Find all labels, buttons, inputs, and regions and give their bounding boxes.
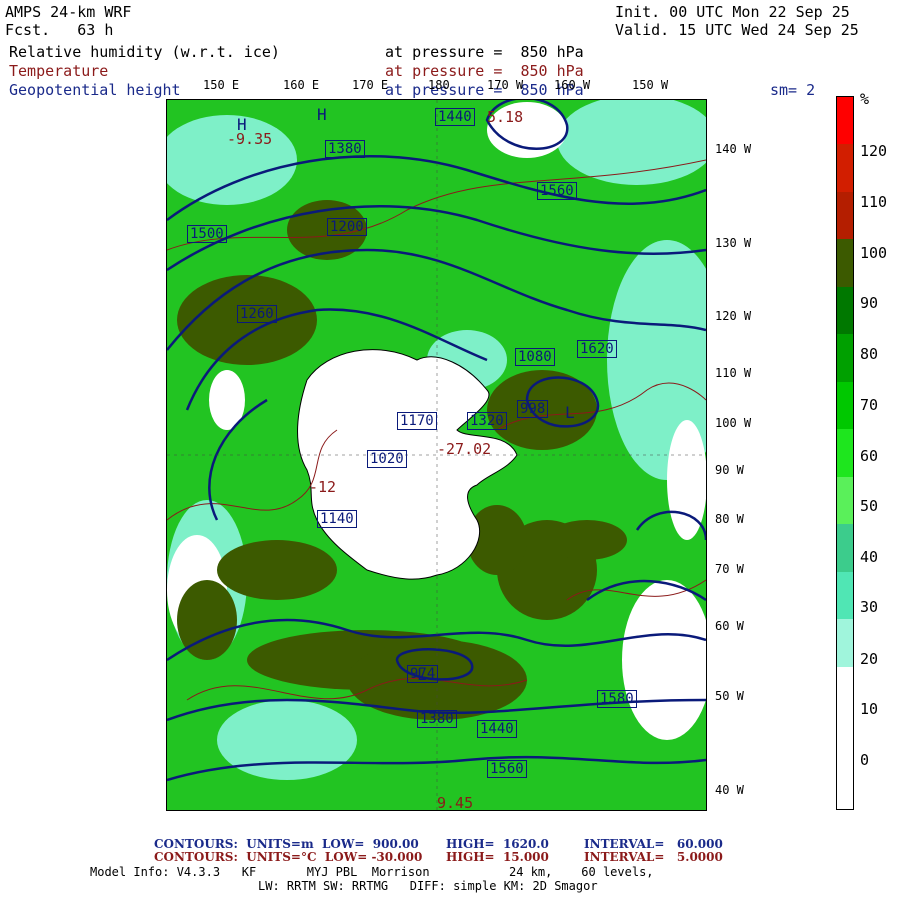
field2-name: Temperature (9, 62, 109, 80)
lon-label: 170 E (352, 78, 389, 92)
height-contour-label: 1080 (515, 348, 555, 366)
smoothing-label: sm= 2 (770, 81, 816, 99)
temperature-label: -12 (309, 478, 337, 496)
physics-info: LW: RRTM SW: RRTMG DIFF: simple KM: 2D S… (258, 879, 598, 893)
colorbar-segment (837, 619, 853, 668)
model-title: AMPS 24-km WRF (5, 3, 132, 21)
height-contour-label: 1380 (325, 140, 365, 158)
height-contour-label: 1580 (597, 690, 637, 708)
contours-temp-info: CONTOURS: UNITS=°C LOW= -30.000 (154, 850, 423, 864)
height-contour-label: 974 (407, 665, 439, 683)
height-contour-label: 1620 (577, 340, 617, 358)
contours-temp-interval: INTERVAL= 5.0000 (584, 850, 723, 864)
colorbar-label: 60 (860, 447, 879, 465)
colorbar-segment (837, 334, 853, 383)
forecast-hour: Fcst. 63 h (5, 21, 114, 39)
lon-label: 180 (428, 78, 450, 92)
lon-label: 160 W (554, 78, 591, 92)
map-panel[interactable]: H H L L 1440 1380 1500 1200 1560 1620 1320 1020… (166, 99, 707, 811)
lon-label: 150 E (203, 78, 240, 92)
lat-label: 110 W (715, 366, 752, 380)
height-contour-label: 1200 (327, 218, 367, 236)
colorbar (836, 96, 854, 810)
colorbar-segment (837, 191, 853, 240)
height-contour-label: 1560 (487, 760, 527, 778)
colorbar-segment (837, 666, 853, 715)
colorbar-label: 0 (860, 751, 870, 769)
colorbar-segment (837, 571, 853, 620)
height-contour-label: 1500 (187, 225, 227, 243)
colorbar-segment (837, 381, 853, 430)
colorbar-segment (837, 714, 853, 763)
lat-label: 130 W (715, 236, 752, 250)
colorbar-unit: % (860, 90, 870, 108)
high-pressure-marker: H (317, 105, 327, 124)
height-contour-label: 1380 (417, 710, 457, 728)
temperature-label: -27.02 (437, 440, 492, 458)
temperature-label: 9.45 (437, 794, 474, 811)
colorbar-label: 40 (860, 548, 879, 566)
height-contour-label: 998 (517, 400, 549, 418)
lon-label: 150 W (632, 78, 669, 92)
colorbar-label: 80 (860, 345, 879, 363)
colorbar-segment (837, 97, 853, 145)
colorbar-segment (837, 286, 853, 335)
colorbar-label: 20 (860, 650, 879, 668)
lon-label: 160 E (283, 78, 320, 92)
height-contour-label: 1020 (367, 450, 407, 468)
colorbar-segment (837, 429, 853, 478)
height-contour-label: 1440 (477, 720, 517, 738)
colorbar-segment (837, 476, 853, 525)
lat-label: 90 W (715, 463, 744, 477)
height-contour-label: 1260 (237, 305, 277, 323)
height-contour-label: 1170 (397, 412, 437, 430)
height-contour-label: 1320 (467, 412, 507, 430)
colorbar-label: 30 (860, 598, 879, 616)
lat-label: 40 W (715, 783, 744, 797)
field2-level: at pressure = 850 hPa (385, 62, 584, 80)
temperature-label: -9.35 (227, 130, 273, 148)
height-contour-label: 1140 (317, 510, 357, 528)
low-pressure-marker: L (565, 403, 575, 422)
colorbar-label: 50 (860, 497, 879, 515)
lat-label: 100 W (715, 416, 752, 430)
lat-label: 120 W (715, 309, 752, 323)
lat-label: 140 W (715, 142, 752, 156)
colorbar-segment (837, 761, 853, 810)
contours-temp-high: HIGH= 15.000 (446, 850, 549, 864)
temperature-label: 5.18 (487, 108, 524, 126)
valid-time: Valid. 15 UTC Wed 24 Sep 25 (615, 21, 859, 39)
colorbar-segment (837, 144, 853, 193)
lon-label: 170 W (487, 78, 524, 92)
model-info: Model Info: V4.3.3 KF MYJ PBL Morrison 2… (90, 865, 654, 879)
init-time: Init. 00 UTC Mon 22 Sep 25 (615, 3, 850, 21)
colorbar-label: 90 (860, 294, 879, 312)
colorbar-segment (837, 239, 853, 288)
colorbar-label: 70 (860, 396, 879, 414)
colorbar-label: 100 (860, 244, 888, 262)
height-contour-label: 1440 (435, 108, 475, 126)
field1-name: Relative humidity (w.r.t. ice) (9, 43, 280, 61)
lat-label: 70 W (715, 562, 744, 576)
lat-label: 80 W (715, 512, 744, 526)
field3-name: Geopotential height (9, 81, 181, 99)
colorbar-label: 120 (860, 142, 888, 160)
lat-label: 60 W (715, 619, 744, 633)
colorbar-label: 10 (860, 700, 879, 718)
colorbar-segment (837, 524, 853, 573)
field1-level: at pressure = 850 hPa (385, 43, 584, 61)
colorbar-label: 110 (860, 193, 888, 211)
lat-label: 50 W (715, 689, 744, 703)
height-contour-label: 1560 (537, 182, 577, 200)
